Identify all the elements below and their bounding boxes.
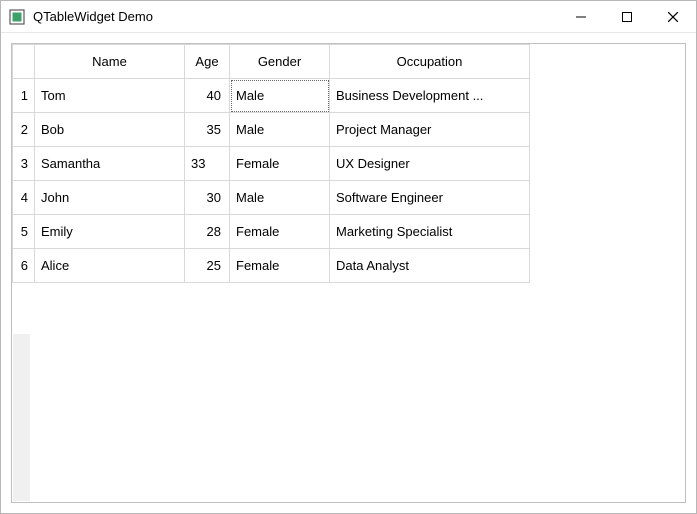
table-widget[interactable]: Name Age Gender Occupation 1Tom40MaleBus… xyxy=(11,43,686,503)
window-frame: QTableWidget Demo xyxy=(0,0,697,514)
table-row: 1Tom40MaleBusiness Development ... xyxy=(13,79,530,113)
table-row: 2Bob35MaleProject Manager xyxy=(13,113,530,147)
row-header[interactable]: 4 xyxy=(13,181,35,215)
table-row: 4John30MaleSoftware Engineer xyxy=(13,181,530,215)
cell-gender[interactable]: Male xyxy=(230,181,330,215)
app-icon xyxy=(9,9,25,25)
minimize-icon xyxy=(576,12,586,22)
cell-gender[interactable]: Male xyxy=(230,113,330,147)
row-header[interactable]: 1 xyxy=(13,79,35,113)
cell-age[interactable]: 33 xyxy=(185,147,230,181)
table[interactable]: Name Age Gender Occupation 1Tom40MaleBus… xyxy=(12,44,530,283)
cell-name[interactable]: Alice xyxy=(35,249,185,283)
row-header[interactable]: 2 xyxy=(13,113,35,147)
cell-occupation[interactable]: Marketing Specialist xyxy=(330,215,530,249)
maximize-button[interactable] xyxy=(604,1,650,33)
cell-age[interactable]: 30 xyxy=(185,181,230,215)
table-row: 3Samantha33FemaleUX Designer xyxy=(13,147,530,181)
header-row: Name Age Gender Occupation xyxy=(13,45,530,79)
column-header-name[interactable]: Name xyxy=(35,45,185,79)
cell-age[interactable]: 25 xyxy=(185,249,230,283)
cell-age[interactable]: 35 xyxy=(185,113,230,147)
table-row: 6Alice25FemaleData Analyst xyxy=(13,249,530,283)
titlebar[interactable]: QTableWidget Demo xyxy=(1,1,696,33)
row-header-scroll-track[interactable] xyxy=(13,334,30,501)
cell-gender[interactable]: Female xyxy=(230,215,330,249)
cell-gender[interactable]: Female xyxy=(230,147,330,181)
window-title: QTableWidget Demo xyxy=(33,9,153,24)
cell-occupation[interactable]: Business Development ... xyxy=(330,79,530,113)
cell-name[interactable]: Emily xyxy=(35,215,185,249)
client-area: Name Age Gender Occupation 1Tom40MaleBus… xyxy=(1,33,696,513)
cell-occupation[interactable]: Software Engineer xyxy=(330,181,530,215)
cell-name[interactable]: John xyxy=(35,181,185,215)
cell-name[interactable]: Bob xyxy=(35,113,185,147)
row-header[interactable]: 3 xyxy=(13,147,35,181)
cell-name[interactable]: Tom xyxy=(35,79,185,113)
row-header[interactable]: 5 xyxy=(13,215,35,249)
cell-name[interactable]: Samantha xyxy=(35,147,185,181)
column-header-age[interactable]: Age xyxy=(185,45,230,79)
table-row: 5Emily28FemaleMarketing Specialist xyxy=(13,215,530,249)
column-header-occupation[interactable]: Occupation xyxy=(330,45,530,79)
cell-gender[interactable]: Female xyxy=(230,249,330,283)
corner-header[interactable] xyxy=(13,45,35,79)
column-header-gender[interactable]: Gender xyxy=(230,45,330,79)
close-icon xyxy=(668,12,678,22)
cell-occupation[interactable]: Data Analyst xyxy=(330,249,530,283)
cell-gender[interactable]: Male xyxy=(230,79,330,113)
cell-occupation[interactable]: Project Manager xyxy=(330,113,530,147)
cell-age[interactable]: 28 xyxy=(185,215,230,249)
minimize-button[interactable] xyxy=(558,1,604,33)
cell-occupation[interactable]: UX Designer xyxy=(330,147,530,181)
cell-age[interactable]: 40 xyxy=(185,79,230,113)
row-header[interactable]: 6 xyxy=(13,249,35,283)
maximize-icon xyxy=(622,12,632,22)
close-button[interactable] xyxy=(650,1,696,33)
